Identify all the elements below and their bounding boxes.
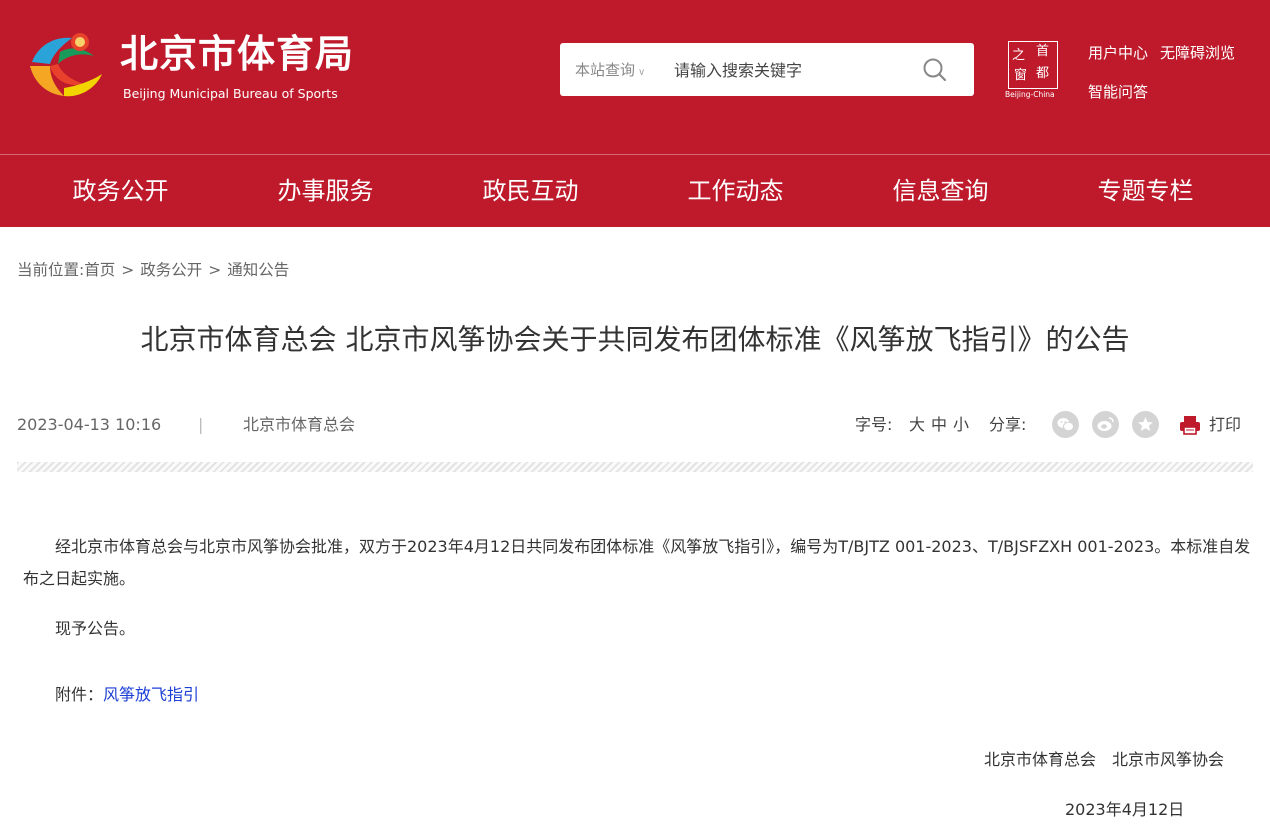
capital-logo-char: 之 — [1012, 48, 1026, 63]
font-size-large[interactable]: 大 — [909, 414, 925, 436]
print-button[interactable]: 打印 — [1209, 414, 1241, 436]
breadcrumb-notices[interactable]: 通知公告 — [227, 261, 289, 279]
search-input[interactable] — [674, 57, 904, 83]
breadcrumb: 当前位置:首页 > 政务公开 > 通知公告 — [17, 259, 289, 281]
capital-window-logo[interactable]: 之 首 窗 都 Beijing-China — [1004, 41, 1062, 101]
attachment-label: 附件： — [55, 685, 104, 704]
site-logo-subtitle: Beijing Municipal Bureau of Sports — [123, 86, 338, 101]
publish-date: 2023-04-13 10:16 — [17, 415, 162, 434]
weibo-icon[interactable] — [1092, 411, 1119, 438]
article-paragraph: 经北京市体育总会与北京市风筝协会批准，双方于2023年4月12日共同发布团体标准… — [23, 537, 1251, 588]
article-source: 北京市体育总会 — [243, 415, 356, 434]
attachment-line: 附件：风筝放飞指引 — [55, 679, 199, 711]
font-size-label: 字号: — [855, 415, 893, 434]
nav-item-work-news[interactable]: 工作动态 — [633, 175, 838, 207]
chevron-down-icon: ∨ — [638, 67, 646, 78]
site-header: 北京市体育局 Beijing Municipal Bureau of Sport… — [0, 0, 1270, 154]
search-scope-dropdown[interactable]: 本站查询 ∨ — [575, 60, 645, 83]
breadcrumb-separator: > — [208, 261, 222, 279]
font-size-small[interactable]: 小 — [953, 414, 969, 436]
print-icon[interactable] — [1178, 413, 1202, 437]
capital-logo-subtitle: Beijing-China — [1005, 90, 1055, 99]
article-paragraph: 现予公告。 — [55, 619, 136, 638]
breadcrumb-separator: > — [121, 261, 135, 279]
user-center-link[interactable]: 用户中心 — [1088, 43, 1148, 63]
capital-logo-char: 都 — [1036, 66, 1050, 81]
main-nav: 政务公开 办事服务 政民互动 工作动态 信息查询 专题专栏 — [0, 154, 1270, 227]
site-logo-title[interactable]: 北京市体育局 — [120, 32, 354, 76]
wechat-icon[interactable] — [1052, 411, 1079, 438]
breadcrumb-home[interactable]: 首页 — [84, 261, 115, 279]
bureau-logo-icon[interactable] — [24, 26, 106, 106]
nav-item-info-query[interactable]: 信息查询 — [838, 175, 1043, 207]
accessibility-link[interactable]: 无障碍浏览 — [1160, 43, 1235, 63]
attachment-link[interactable]: 风筝放飞指引 — [103, 685, 199, 704]
nav-item-services[interactable]: 办事服务 — [223, 175, 428, 207]
breadcrumb-government-affairs[interactable]: 政务公开 — [140, 261, 202, 279]
capital-logo-char: 窗 — [1014, 68, 1028, 83]
breadcrumb-prefix: 当前位置: — [17, 261, 85, 279]
font-size-medium[interactable]: 中 — [931, 414, 947, 436]
meta-separator — [17, 462, 1253, 472]
nav-item-interaction[interactable]: 政民互动 — [428, 175, 633, 207]
article-title: 北京市体育总会 北京市风筝协会关于共同发布团体标准《风筝放飞指引》的公告 — [140, 323, 1130, 356]
favorite-icon[interactable] — [1132, 411, 1159, 438]
share-label: 分享: — [989, 415, 1027, 434]
meta-divider: | — [198, 415, 204, 434]
search-icon[interactable] — [920, 55, 950, 85]
capital-logo-char: 首 — [1036, 44, 1050, 59]
search-box: 本站查询 ∨ — [560, 43, 974, 96]
nav-item-government-affairs[interactable]: 政务公开 — [18, 175, 223, 207]
smart-qa-link[interactable]: 智能问答 — [1088, 82, 1148, 102]
signature-date: 2023年4月12日 — [1065, 800, 1185, 819]
signatories: 北京市体育总会 北京市风筝协会 — [984, 750, 1225, 769]
nav-item-special-topics[interactable]: 专题专栏 — [1043, 175, 1248, 207]
search-scope-label: 本站查询 — [575, 61, 636, 79]
